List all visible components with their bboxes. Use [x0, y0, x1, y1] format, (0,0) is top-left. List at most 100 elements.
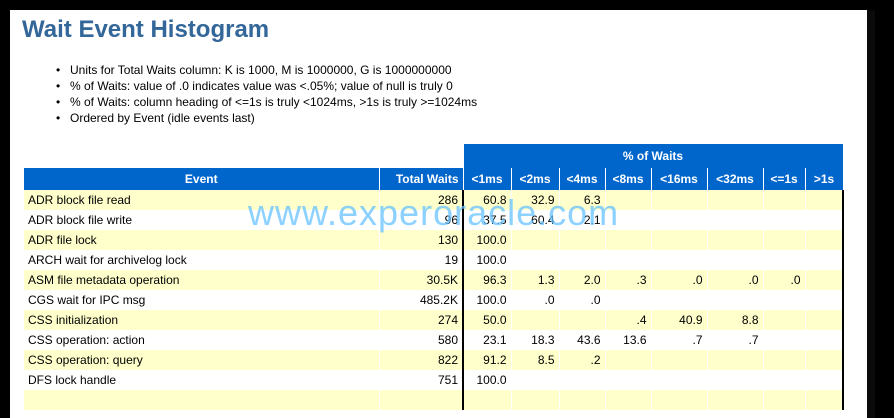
event-name-cell: ARCH wait for archivelog lock [24, 250, 380, 270]
table-row [24, 390, 844, 410]
table-row: ADR block file read 286 60.8 32.9 6.3 [24, 190, 844, 210]
percent-cell [805, 270, 844, 290]
percent-cell [559, 230, 606, 250]
event-name-cell: CSS operation: action [24, 330, 380, 350]
total-waits-cell: 580 [379, 330, 464, 350]
column-header: <1ms [463, 168, 512, 190]
percent-cell: 2.1 [559, 210, 606, 230]
total-waits-cell: 751 [379, 370, 464, 390]
percent-cell: 8.5 [511, 350, 560, 370]
note-item: % of Waits: value of .0 indicates value … [56, 78, 477, 94]
table-row: CGS wait for IPC msg 485.2K 100.0.0.0 [24, 290, 844, 310]
total-waits-cell: 19 [379, 250, 464, 270]
event-name-cell: DFS lock handle [24, 370, 380, 390]
percent-cell [707, 350, 764, 370]
note-item: Units for Total Waits column: K is 1000,… [56, 62, 477, 78]
percent-cell [511, 250, 560, 270]
report-page: Wait Event Histogram Units for Total Wai… [10, 10, 867, 418]
event-name-cell: CSS operation: query [24, 350, 380, 370]
percent-cell [707, 250, 764, 270]
percent-cell [511, 370, 560, 390]
percent-cell [605, 250, 652, 270]
total-waits-cell: 30.5K [379, 270, 464, 290]
note-item: Ordered by Event (idle events last) [56, 110, 477, 126]
percent-cell: 8.8 [707, 310, 764, 330]
percent-cell [559, 370, 606, 390]
percent-cell [651, 230, 708, 250]
column-header: <16ms [651, 168, 708, 190]
percent-cell [707, 190, 764, 210]
percent-cell [763, 250, 806, 270]
percent-cell: 6.3 [559, 190, 606, 210]
percent-cell [651, 190, 708, 210]
window-edge [867, 10, 875, 418]
percent-cell: 23.1 [463, 330, 512, 350]
percent-cell [605, 190, 652, 210]
percent-cell [559, 310, 606, 330]
percent-cell: 43.6 [559, 330, 606, 350]
percent-cell: .0 [511, 290, 560, 310]
column-header: <=1s [763, 168, 806, 190]
percent-cell [651, 350, 708, 370]
event-name-cell: ADR file lock [24, 230, 380, 250]
percent-cell: 37.5 [463, 210, 512, 230]
percent-cell [651, 210, 708, 230]
percent-cell [763, 330, 806, 350]
column-header: <2ms [511, 168, 560, 190]
percent-cell [763, 230, 806, 250]
total-waits-cell: 822 [379, 350, 464, 370]
table-row: CSS operation: query 822 91.2 8.5.2 [24, 350, 844, 370]
percent-cell [763, 370, 806, 390]
percent-cell [605, 390, 652, 410]
percent-cell: 18.3 [511, 330, 560, 350]
wait-event-histogram-table: % of Waits Event Total Waits <1ms <2ms <4ms <… [24, 144, 844, 410]
percent-cell [707, 370, 764, 390]
percent-cell: .7 [707, 330, 764, 350]
event-name-cell [24, 390, 380, 410]
percent-cell: .2 [559, 350, 606, 370]
percent-cell [707, 290, 764, 310]
percent-cell: 2.0 [559, 270, 606, 290]
event-name-cell: ASM file metadata operation [24, 270, 380, 290]
percent-cell [605, 290, 652, 310]
percent-cell: 91.2 [463, 350, 512, 370]
percent-cell [605, 370, 652, 390]
table-row: DFS lock handle 751 100.0 [24, 370, 844, 390]
column-header: Event [24, 168, 380, 190]
total-waits-cell: 96 [379, 210, 464, 230]
percent-cell: 96.3 [463, 270, 512, 290]
percent-cell [559, 250, 606, 270]
percent-cell: 60.4 [511, 210, 560, 230]
percent-cell: 100.0 [463, 370, 512, 390]
table-row: ASM file metadata operation 30.5K 96.3 1.3 2… [24, 270, 844, 290]
percent-cell [707, 390, 764, 410]
event-name-cell: ADR block file write [24, 210, 380, 230]
percent-cell [805, 390, 844, 410]
percent-cell: .0 [651, 270, 708, 290]
table-row: CSS operation: action 580 23.1 18.3 43.6 13.6… [24, 330, 844, 350]
total-waits-cell: 130 [379, 230, 464, 250]
percent-cell [651, 250, 708, 270]
percent-cell [805, 250, 844, 270]
percent-cell [805, 190, 844, 210]
percent-cell [707, 230, 764, 250]
header-spacer [24, 144, 464, 168]
event-name-cell: CGS wait for IPC msg [24, 290, 380, 310]
column-header: <4ms [559, 168, 606, 190]
percent-cell [805, 370, 844, 390]
table-row: CSS initialization 274 50.0 .4 40.9 8.8 [24, 310, 844, 330]
note-item: % of Waits: column heading of <=1s is tr… [56, 94, 477, 110]
percent-cell [763, 350, 806, 370]
column-header: <8ms [605, 168, 652, 190]
table-row: ADR block file write 96 37.5 60.4 2.1 [24, 210, 844, 230]
percent-of-waits-header: % of Waits [463, 144, 844, 168]
percent-cell [805, 230, 844, 250]
percent-cell [763, 390, 806, 410]
percent-cell [605, 230, 652, 250]
total-waits-cell: 485.2K [379, 290, 464, 310]
percent-cell [651, 390, 708, 410]
percent-cell [763, 210, 806, 230]
column-header: <32ms [707, 168, 764, 190]
percent-cell [651, 370, 708, 390]
table-row: ADR file lock 130 100.0 [24, 230, 844, 250]
